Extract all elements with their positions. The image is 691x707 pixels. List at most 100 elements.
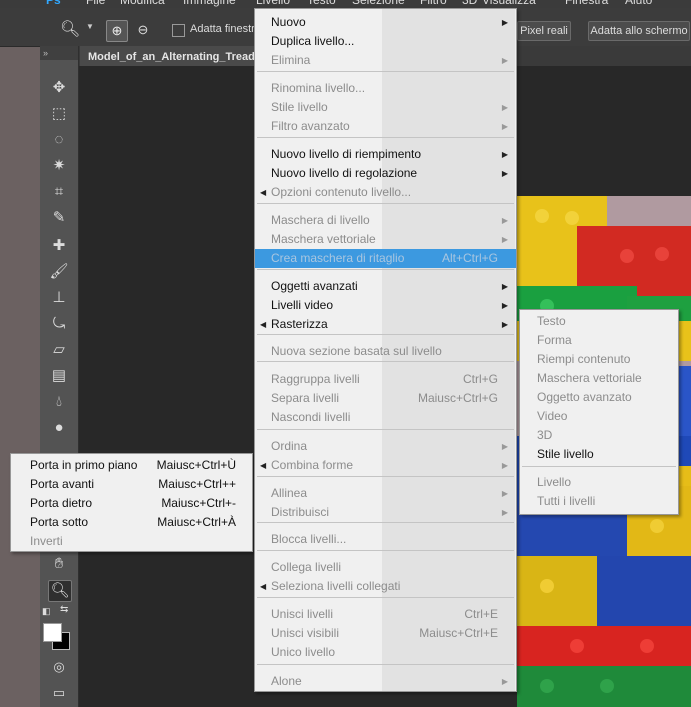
layer-menu-item[interactable]: Duplica livello...	[255, 32, 516, 51]
brush-tool-icon[interactable]: 🖌︎	[48, 262, 70, 282]
layer-menu-item[interactable]: Blocca livelli...	[255, 530, 516, 549]
rasterize-menu-item[interactable]: Testo	[520, 312, 678, 331]
document-tab[interactable]: Model_of_an_Alternating_Tread	[80, 46, 268, 66]
healing-brush-tool-icon[interactable]: ✚	[48, 236, 70, 256]
tools-panel-collapse[interactable]: »	[40, 46, 78, 60]
rasterize-menu-item[interactable]: Tutti i livelli	[520, 492, 678, 511]
layer-menu-item[interactable]: Livelli video ▶	[255, 296, 516, 315]
layer-menu-item[interactable]: Nascondi livelli	[255, 408, 516, 427]
layer-menu-item[interactable]: Seleziona livelli collegati ◀	[255, 577, 516, 596]
submenu-arrow-icon: ▶	[501, 169, 508, 178]
layer-menu-item[interactable]: Oggetti avanzati ▶	[255, 277, 516, 296]
layer-menu-item[interactable]: Nuovo livello di riempimento ▶	[255, 145, 516, 164]
menu-type[interactable]: Testo	[307, 0, 336, 8]
zoom-out-icon[interactable]: ⊖	[133, 20, 153, 40]
rasterize-menu-item[interactable]: Video	[520, 407, 678, 426]
layer-menu-item-label: Maschera di livello	[271, 213, 370, 227]
fit-screen-button[interactable]: Adatta allo schermo	[588, 21, 690, 41]
rasterize-menu-item[interactable]: Forma	[520, 331, 678, 350]
lasso-tool-icon[interactable]: ◌	[48, 130, 70, 150]
arrange-send-backward[interactable]: Porta dietro Maiusc+Ctrl+-	[11, 494, 252, 513]
blur-tool-icon[interactable]: 💧︎	[48, 392, 70, 412]
layer-menu-item[interactable]: Collega livelli	[255, 558, 516, 577]
zoom-in-icon[interactable]: ⊕	[106, 20, 128, 42]
layer-menu-item-label: Maschera vettoriale	[271, 232, 376, 246]
layer-menu-item[interactable]: Raggruppa livelli Ctrl+G	[255, 370, 516, 389]
layer-menu-item[interactable]: Elimina ▶	[255, 51, 516, 70]
layer-menu-item[interactable]: Stile livello ▶	[255, 98, 516, 117]
layer-menu-item[interactable]: Separa livelli Maiusc+Ctrl+G	[255, 389, 516, 408]
quick-mask-icon[interactable]: ◎	[48, 657, 70, 677]
screen-mode-icon[interactable]: ▭	[48, 683, 70, 703]
menu-edit[interactable]: Modifica	[120, 0, 165, 8]
rasterize-menu-item[interactable]: Maschera vettoriale	[520, 369, 678, 388]
zoom-tool-panel-icon[interactable]: 🔍︎	[48, 580, 72, 602]
layer-menu-item[interactable]: Filtro avanzato ▶	[255, 117, 516, 136]
layer-menu-item-label: Nascondi livelli	[271, 410, 351, 424]
eraser-tool-icon[interactable]: ▱	[48, 340, 70, 360]
arrange-send-to-back[interactable]: Porta sotto Maiusc+Ctrl+À	[11, 513, 252, 532]
menu-file[interactable]: File	[86, 0, 105, 8]
fit-windows-checkbox[interactable]	[172, 24, 185, 37]
layer-menu-item[interactable]: Unisci livelli Ctrl+E	[255, 605, 516, 624]
clone-stamp-tool-icon[interactable]: ⊥	[48, 288, 70, 308]
layer-menu-item[interactable]: Combina forme ◀ ▶	[255, 456, 516, 475]
layer-menu-item[interactable]: Rasterizza ◀ ▶	[255, 315, 516, 334]
crop-tool-icon[interactable]: ⌗	[48, 182, 70, 202]
layer-menu-item[interactable]: Alone ▶	[255, 672, 516, 691]
rasterize-menu-item-label: Livello	[537, 475, 572, 489]
layer-menu-item-label: Raggruppa livelli	[271, 372, 360, 386]
rasterize-menu-item[interactable]: Riempi contenuto	[520, 350, 678, 369]
menu-window[interactable]: Finestra	[565, 0, 608, 8]
layer-menu-item[interactable]: Nuovo livello di regolazione ▶	[255, 164, 516, 183]
submenu-arrow-icon: ▶	[501, 103, 508, 112]
eyedropper-tool-icon[interactable]: ✎	[48, 208, 70, 228]
default-colors-icon[interactable]: ◧	[42, 606, 52, 616]
hand-tool-icon[interactable]: ✋︎	[48, 554, 70, 574]
menu-3d[interactable]: 3D	[462, 0, 477, 8]
menu-image[interactable]: Immagine	[183, 0, 236, 8]
zoom-tool-icon[interactable]: 🔍︎	[60, 19, 80, 39]
layer-menu-item[interactable]: Opzioni contenuto livello... ◀	[255, 183, 516, 202]
layer-menu-item[interactable]: Unico livello	[255, 643, 516, 662]
layer-menu-item[interactable]: Ordina ▶	[255, 437, 516, 456]
history-brush-tool-icon[interactable]: ⤿	[48, 314, 70, 334]
rasterize-menu-item[interactable]: Stile livello	[520, 445, 678, 464]
menu-help[interactable]: Aiuto	[625, 0, 652, 8]
move-tool-icon[interactable]: ✥	[48, 78, 70, 98]
layer-menu-item[interactable]: Rinomina livello...	[255, 79, 516, 98]
menu-view[interactable]: Visualizza	[482, 0, 536, 8]
menu-layer[interactable]: Livello	[256, 0, 290, 8]
rasterize-menu-item[interactable]: Oggetto avanzato	[520, 388, 678, 407]
arrange-bring-forward[interactable]: Porta avanti Maiusc+Ctrl++	[11, 475, 252, 494]
layer-menu-item[interactable]: Nuovo ▶	[255, 13, 516, 32]
layer-menu-item[interactable]: Crea maschera di ritaglio Alt+Ctrl+G	[255, 249, 516, 268]
layer-menu-item[interactable]: Nuova sezione basata sul livello	[255, 342, 516, 361]
foreground-color-swatch[interactable]	[43, 623, 62, 642]
layer-menu-item[interactable]: Allinea ▶	[255, 484, 516, 503]
gradient-tool-icon[interactable]: ▤	[48, 366, 70, 386]
arrange-reverse[interactable]: Inverti	[11, 532, 252, 551]
submenu-arrow-icon: ▶	[501, 461, 508, 470]
layer-menu-item-shortcut: Ctrl+E	[464, 607, 498, 621]
swap-colors-icon[interactable]: ⇆	[60, 604, 68, 615]
layer-menu-item[interactable]: Unisci visibili Maiusc+Ctrl+E	[255, 624, 516, 643]
arrange-submenu: Porta in primo piano Maiusc+Ctrl+Ù Porta …	[10, 453, 253, 552]
arrange-bring-to-front[interactable]: Porta in primo piano Maiusc+Ctrl+Ù	[11, 456, 252, 475]
rasterize-menu-item-label: 3D	[537, 428, 553, 442]
marquee-tool-icon[interactable]: ⬚	[48, 104, 70, 124]
actual-pixels-button[interactable]: Pixel reali	[517, 21, 571, 41]
layer-menu-item[interactable]: Maschera vettoriale ▶	[255, 230, 516, 249]
tool-preset-chevron-icon[interactable]: ▼	[86, 22, 94, 31]
rasterize-menu-item[interactable]: Livello	[520, 473, 678, 492]
menu-select[interactable]: Selezione	[352, 0, 405, 8]
layer-menu-item[interactable]: Distribuisci ▶	[255, 503, 516, 522]
rasterize-submenu: Testo Forma Riempi contenuto Maschera vetto…	[519, 309, 679, 515]
rasterize-menu-item[interactable]: 3D	[520, 426, 678, 445]
menu-separator	[257, 203, 514, 204]
magic-wand-tool-icon[interactable]: ✷	[48, 156, 70, 176]
left-triangle-icon: ◀	[260, 461, 267, 470]
dodge-tool-icon[interactable]: ●	[48, 418, 70, 438]
layer-menu-item[interactable]: Maschera di livello ▶	[255, 211, 516, 230]
menu-filter[interactable]: Filtro	[420, 0, 447, 8]
